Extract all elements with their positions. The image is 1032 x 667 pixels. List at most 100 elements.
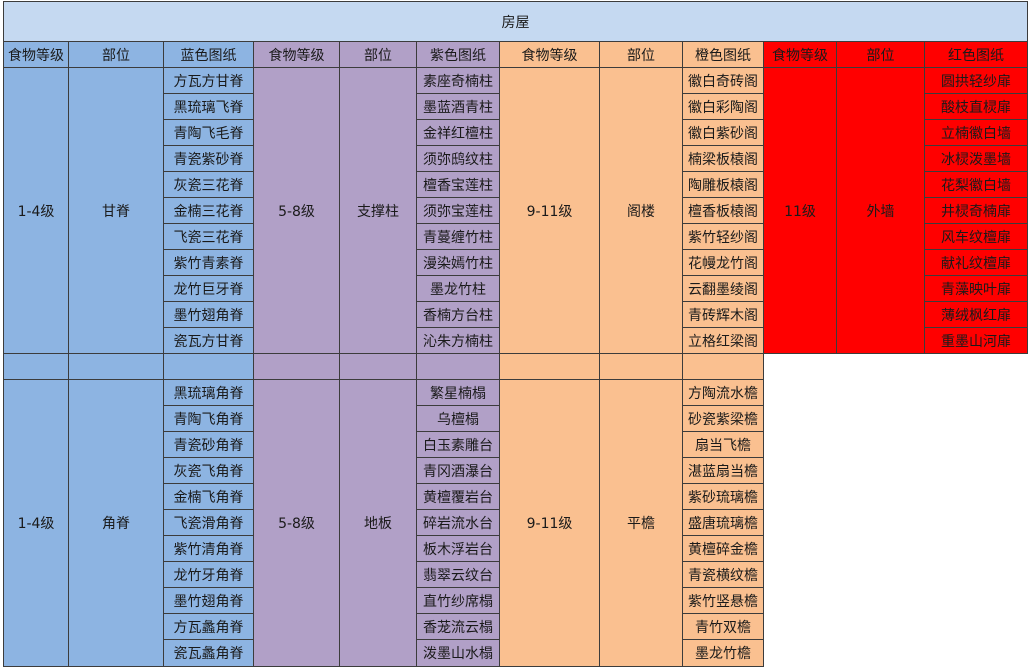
blueprint-purple-cell[interactable]: 直竹纱席榻 [417,588,500,614]
header-cell[interactable]: 食物等级 [3,42,69,68]
blueprint-purple-cell[interactable]: 繁星楠榻 [417,380,500,406]
blueprint-blue-cell[interactable]: 金楠飞角脊 [164,484,254,510]
blueprint-orange-cell[interactable]: 徽白彩陶阁 [683,94,764,120]
empty-cell[interactable] [683,354,764,380]
blueprint-purple-cell[interactable]: 须弥宝莲柱 [417,198,500,224]
blueprint-red-cell[interactable]: 花梨徽白墙 [925,172,1028,198]
empty-cell[interactable] [500,354,600,380]
blueprint-orange-cell[interactable]: 紫竹轻纱阁 [683,224,764,250]
part-cell[interactable]: 角脊 [69,380,164,667]
blueprint-purple-cell[interactable]: 香楠方台柱 [417,302,500,328]
blueprint-orange-cell[interactable]: 青瓷横纹檐 [683,562,764,588]
blueprint-purple-cell[interactable]: 翡翠云纹台 [417,562,500,588]
header-cell[interactable]: 食物等级 [764,42,837,68]
blueprint-blue-cell[interactable]: 龙竹巨牙脊 [164,276,254,302]
blueprint-blue-cell[interactable]: 飞瓷滑角脊 [164,510,254,536]
blueprint-purple-cell[interactable]: 檀香宝莲柱 [417,172,500,198]
blueprint-red-cell[interactable]: 重墨山河扉 [925,328,1028,354]
blueprint-blue-cell[interactable]: 黑琉璃角脊 [164,380,254,406]
part-cell[interactable]: 阁楼 [600,68,683,354]
food-level-cell[interactable]: 5-8级 [254,68,340,354]
food-level-cell[interactable]: 9-11级 [500,380,600,667]
blueprint-blue-cell[interactable]: 青陶飞角脊 [164,406,254,432]
blueprint-purple-cell[interactable]: 黄檀覆岩台 [417,484,500,510]
blueprint-blue-cell[interactable]: 青陶飞毛脊 [164,120,254,146]
blueprint-blue-cell[interactable]: 青瓷紫砂脊 [164,146,254,172]
blueprint-purple-cell[interactable]: 沁朱方楠柱 [417,328,500,354]
food-level-cell[interactable]: 11级 [764,68,837,354]
empty-cell[interactable] [164,354,254,380]
food-level-cell[interactable]: 9-11级 [500,68,600,354]
blueprint-red-cell[interactable]: 立楠徽白墙 [925,120,1028,146]
blueprint-red-cell[interactable]: 圆拱轻纱扉 [925,68,1028,94]
header-cell[interactable]: 食物等级 [254,42,340,68]
blueprint-orange-cell[interactable]: 云翻墨绫阁 [683,276,764,302]
blueprint-orange-cell[interactable]: 徽白紫砂阁 [683,120,764,146]
food-level-cell[interactable]: 1-4级 [3,68,69,354]
blueprint-blue-cell[interactable]: 瓷瓦方甘脊 [164,328,254,354]
blueprint-purple-cell[interactable]: 金祥红檀柱 [417,120,500,146]
blueprint-red-cell[interactable]: 井棂奇楠扉 [925,198,1028,224]
blueprint-orange-cell[interactable]: 立格红梁阁 [683,328,764,354]
sheet-title[interactable]: 房屋 [3,1,1028,42]
header-cell[interactable]: 部位 [600,42,683,68]
blueprint-blue-cell[interactable]: 墨竹翅角脊 [164,302,254,328]
blueprint-blue-cell[interactable]: 方瓦方甘脊 [164,68,254,94]
blueprint-orange-cell[interactable]: 花幔龙竹阁 [683,250,764,276]
blueprint-blue-cell[interactable]: 方瓦蠡角脊 [164,614,254,640]
blueprint-purple-cell[interactable]: 碎岩流水台 [417,510,500,536]
part-cell[interactable]: 甘脊 [69,68,164,354]
part-cell[interactable]: 地板 [340,380,417,667]
blueprint-blue-cell[interactable]: 黑琉璃飞脊 [164,94,254,120]
blueprint-orange-cell[interactable]: 徽白奇砖阁 [683,68,764,94]
blueprint-orange-cell[interactable]: 黄檀碎金檐 [683,536,764,562]
blueprint-red-cell[interactable]: 献礼纹檀扉 [925,250,1028,276]
blueprint-orange-cell[interactable]: 墨龙竹檐 [683,640,764,667]
blueprint-orange-cell[interactable]: 紫砂琉璃檐 [683,484,764,510]
blueprint-red-cell[interactable]: 薄绒枫红扉 [925,302,1028,328]
blueprint-orange-cell[interactable]: 湛蓝扇当檐 [683,458,764,484]
blueprint-blue-cell[interactable]: 瓷瓦蠡角脊 [164,640,254,667]
header-cell[interactable]: 部位 [69,42,164,68]
blueprint-orange-cell[interactable]: 紫竹竖悬檐 [683,588,764,614]
blueprint-red-cell[interactable]: 青藻映叶扉 [925,276,1028,302]
empty-cell[interactable] [69,354,164,380]
blueprint-blue-cell[interactable]: 飞瓷三花脊 [164,224,254,250]
header-cell[interactable]: 橙色图纸 [683,42,764,68]
blueprint-purple-cell[interactable]: 泼墨山水榻 [417,640,500,667]
blueprint-blue-cell[interactable]: 金楠三花脊 [164,198,254,224]
empty-cell[interactable] [254,354,340,380]
blueprint-purple-cell[interactable]: 墨龙竹柱 [417,276,500,302]
empty-cell[interactable] [3,354,69,380]
blueprint-red-cell[interactable]: 风车纹檀扉 [925,224,1028,250]
blueprint-orange-cell[interactable]: 方陶流水檐 [683,380,764,406]
food-level-cell[interactable]: 5-8级 [254,380,340,667]
blueprint-orange-cell[interactable]: 檀香板榬阁 [683,198,764,224]
header-cell[interactable]: 部位 [837,42,925,68]
blueprint-purple-cell[interactable]: 漫染嫣竹柱 [417,250,500,276]
blueprint-blue-cell[interactable]: 灰瓷三花脊 [164,172,254,198]
header-cell[interactable]: 食物等级 [500,42,600,68]
empty-cell[interactable] [600,354,683,380]
blueprint-purple-cell[interactable]: 青蔓缠竹柱 [417,224,500,250]
blueprint-orange-cell[interactable]: 盛唐琉璃檐 [683,510,764,536]
blueprint-blue-cell[interactable]: 墨竹翅角脊 [164,588,254,614]
blueprint-orange-cell[interactable]: 扇当飞檐 [683,432,764,458]
header-cell[interactable]: 蓝色图纸 [164,42,254,68]
empty-cell[interactable] [340,354,417,380]
blueprint-blue-cell[interactable]: 龙竹牙角脊 [164,562,254,588]
header-cell[interactable]: 紫色图纸 [417,42,500,68]
header-cell[interactable]: 红色图纸 [925,42,1028,68]
blueprint-purple-cell[interactable]: 白玉素雕台 [417,432,500,458]
blueprint-blue-cell[interactable]: 紫竹青素脊 [164,250,254,276]
blueprint-purple-cell[interactable]: 青冈酒瀑台 [417,458,500,484]
blueprint-purple-cell[interactable]: 素座奇楠柱 [417,68,500,94]
blueprint-orange-cell[interactable]: 青砖辉木阁 [683,302,764,328]
blueprint-blue-cell[interactable]: 灰瓷飞角脊 [164,458,254,484]
header-cell[interactable]: 部位 [340,42,417,68]
part-cell[interactable]: 支撑柱 [340,68,417,354]
blueprint-purple-cell[interactable]: 板木浮岩台 [417,536,500,562]
blueprint-purple-cell[interactable]: 须弥鸱纹柱 [417,146,500,172]
blueprint-blue-cell[interactable]: 青瓷砂角脊 [164,432,254,458]
blueprint-orange-cell[interactable]: 楠梁板榬阁 [683,146,764,172]
